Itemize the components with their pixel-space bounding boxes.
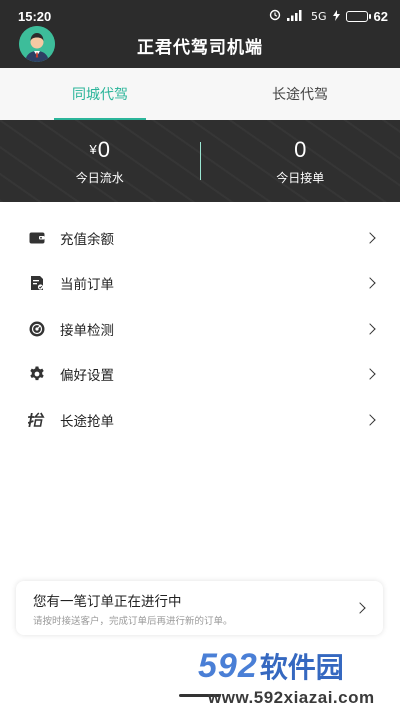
chevron-right-icon [364,323,376,335]
menu-item-label: 当前订单 [60,277,114,294]
charging-icon [332,9,340,24]
chevron-right-icon [364,368,376,380]
page-title: 正君代驾司机端 [137,38,263,58]
battery-percent: 62 [373,9,388,24]
battery-icon [345,11,368,22]
order-doc-icon [28,274,46,292]
today-flow-label: 今日流水 [75,170,124,185]
gear-icon [28,365,46,383]
grab-order-icon [28,411,46,429]
ongoing-order-title: 您有一笔订单正在进行中 [33,594,182,610]
menu-item-preferences[interactable]: 偏好设置 [0,352,400,398]
today-flow-stat: ¥0 今日流水 [0,137,200,186]
chevron-right-icon [354,602,366,614]
network-type: 5G [311,10,327,23]
status-icons: 5G 62 [269,9,388,24]
today-orders-value: 0 [294,136,307,162]
menu-item-label: 偏好设置 [60,368,114,385]
battery-indicator: 62 [345,9,388,24]
watermark-url: www.592xiazai.com [208,688,375,707]
status-bar: 15:20 5G 62 [0,0,400,30]
menu-item-order-check[interactable]: 接单检测 [0,306,400,352]
menu-item-long-distance-grab[interactable]: 长途抢单 [0,397,400,443]
signal-icon [287,9,305,24]
menu-item-label: 长途抢单 [60,413,114,430]
today-orders-label: 今日接单 [276,170,325,185]
ongoing-order-banner[interactable]: 您有一笔订单正在进行中 请按时接送客户，完成订单后再进行新的订单。 [16,581,383,635]
chevron-right-icon [364,414,376,426]
tab-local-driving[interactable]: 同城代驾 [0,68,200,120]
watermark-logo: 592 软件园 [198,646,344,686]
service-tabs: 同城代驾 长途代驾 [0,68,400,120]
site-watermark: 592 软件园 www.592xiazai.com [198,646,400,711]
today-orders-stat: 0 今日接单 [201,137,400,186]
app-header: 15:20 5G 62 正君代驾司机端 [0,0,400,68]
today-flow-value-row: ¥0 [0,137,200,163]
menu-item-label: 接单检测 [60,322,114,339]
menu-item-label: 充值余额 [60,231,114,248]
chevron-right-icon [364,232,376,244]
menu-item-recharge[interactable]: 充值余额 [0,215,400,261]
feature-menu: 充值余额 当前订单 接单检测 偏好设置 长途抢单 [0,215,400,443]
daily-stats-panel: ¥0 今日流水 0 今日接单 [0,120,400,202]
today-flow-value: 0 [97,136,110,162]
watermark-text: 软件园 [259,651,344,684]
wallet-icon [28,229,46,247]
radar-icon [28,320,46,338]
currency-symbol: ¥ [89,141,97,157]
alarm-icon [269,9,281,24]
ongoing-order-subtitle: 请按时接送客户，完成订单后再进行新的订单。 [33,616,233,627]
menu-item-current-order[interactable]: 当前订单 [0,261,400,307]
status-time: 15:20 [18,9,52,24]
chevron-right-icon [364,277,376,289]
tab-long-distance-driving[interactable]: 长途代驾 [200,68,400,120]
watermark-number: 592 [198,646,258,685]
